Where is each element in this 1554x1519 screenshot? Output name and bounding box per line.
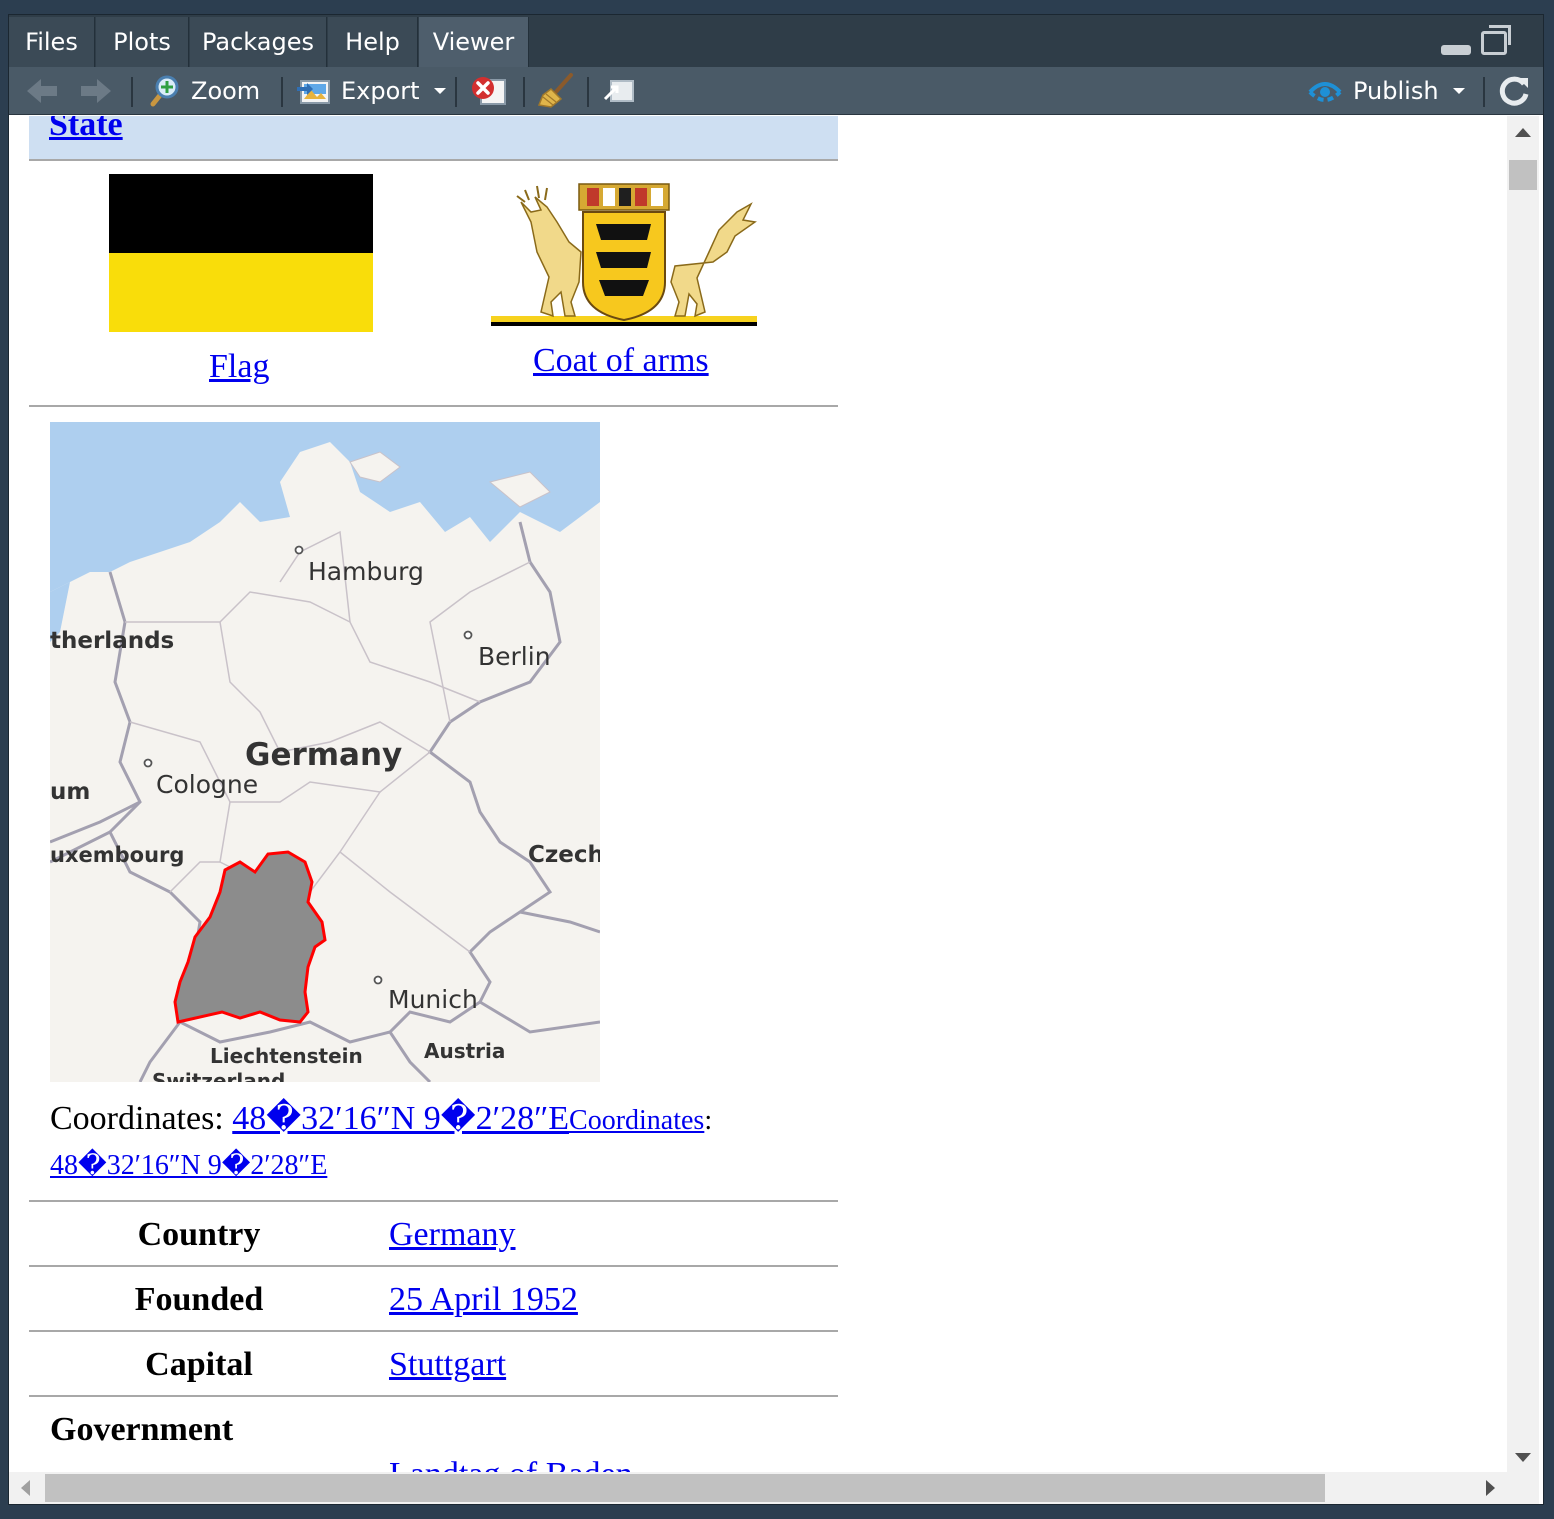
clear-all-button[interactable] bbox=[537, 67, 575, 115]
restore-icon[interactable] bbox=[1481, 31, 1507, 55]
viewer-toolbar: Zoom Export Publish bbox=[9, 67, 1543, 115]
publish-label: Publish bbox=[1353, 77, 1439, 105]
map-label-belgium: um bbox=[50, 779, 90, 805]
tab-plots[interactable]: Plots bbox=[96, 17, 189, 67]
vertical-scrollbar[interactable] bbox=[1507, 116, 1539, 1472]
scroll-left-icon[interactable] bbox=[21, 1480, 30, 1496]
info-label-capital: Capital bbox=[145, 1346, 253, 1383]
flag-black-stripe bbox=[109, 174, 373, 253]
horizontal-scrollbar[interactable] bbox=[9, 1472, 1507, 1504]
toolbar-separator bbox=[455, 77, 457, 107]
coordinates-label: Coordinates: bbox=[50, 1100, 233, 1137]
horizontal-scroll-thumb[interactable] bbox=[45, 1474, 1325, 1502]
state-heading-link[interactable]: State bbox=[49, 116, 123, 144]
publish-icon bbox=[1308, 82, 1342, 102]
zoom-label: Zoom bbox=[191, 77, 261, 105]
viewer-content: State Flag Coat of arms Hamburg therland… bbox=[9, 116, 1507, 1472]
map-label-switzerland: Switzerland bbox=[152, 1069, 285, 1082]
map-label-luxembourg: uxembourg bbox=[50, 843, 184, 867]
zoom-button[interactable]: Zoom bbox=[147, 67, 260, 115]
map-label-berlin: Berlin bbox=[478, 642, 551, 671]
remove-viewer-item-button[interactable] bbox=[469, 67, 509, 115]
locator-map[interactable]: Hamburg therlands Berlin Germany Cologne… bbox=[50, 422, 600, 1082]
forward-button[interactable] bbox=[81, 67, 121, 115]
divider bbox=[29, 1330, 838, 1332]
map-label-hamburg: Hamburg bbox=[308, 557, 424, 586]
map-label-liechtenstein: Liechtenstein bbox=[210, 1044, 363, 1068]
infobox-heading-row: State bbox=[29, 116, 838, 159]
tab-viewer[interactable]: Viewer bbox=[419, 17, 529, 67]
tab-help[interactable]: Help bbox=[328, 17, 418, 67]
export-image-icon bbox=[297, 80, 330, 104]
pane-window-controls bbox=[1441, 25, 1531, 59]
coordinates-small-link[interactable]: 48�32′16″N 9�2′28″E bbox=[50, 1150, 327, 1181]
remove-icon bbox=[472, 77, 506, 105]
export-label: Export bbox=[341, 77, 420, 105]
broom-icon bbox=[537, 73, 573, 108]
coordinates-small-label-link[interactable]: Coordinates bbox=[569, 1105, 704, 1136]
viewer-pane: Files Plots Packages Help Viewer Zoom Ex… bbox=[8, 14, 1544, 1505]
toolbar-separator bbox=[281, 77, 283, 107]
divider bbox=[29, 1395, 838, 1397]
map-label-austria: Austria bbox=[424, 1039, 505, 1063]
info-label-government: Government bbox=[50, 1411, 234, 1448]
chevron-down-icon bbox=[1452, 88, 1465, 94]
publish-button[interactable]: Publish bbox=[1307, 67, 1465, 115]
scroll-up-icon[interactable] bbox=[1515, 128, 1531, 137]
tab-packages[interactable]: Packages bbox=[190, 17, 327, 67]
vertical-scroll-thumb[interactable] bbox=[1509, 160, 1537, 190]
divider bbox=[29, 159, 838, 161]
toolbar-separator bbox=[587, 77, 589, 107]
coat-of-arms-caption-link[interactable]: Coat of arms bbox=[533, 342, 709, 380]
coordinates-link[interactable]: 48�32′16″N 9�2′28″E bbox=[232, 1100, 569, 1137]
info-value-capital-link[interactable]: Stuttgart bbox=[389, 1346, 506, 1384]
info-value-government-link[interactable]: Landtag of Baden- bbox=[389, 1456, 644, 1472]
divider bbox=[29, 1200, 838, 1202]
zoom-icon bbox=[150, 75, 179, 107]
map-label-czech: Czech bbox=[528, 842, 600, 868]
chevron-down-icon bbox=[433, 88, 446, 94]
minimize-icon[interactable] bbox=[1441, 45, 1471, 55]
show-in-new-window-button[interactable] bbox=[601, 67, 637, 115]
flag-yellow-stripe bbox=[109, 253, 373, 332]
info-label-founded: Founded bbox=[134, 1281, 264, 1318]
map-label-germany: Germany bbox=[245, 737, 402, 773]
divider bbox=[29, 1265, 838, 1267]
scroll-down-icon[interactable] bbox=[1515, 1453, 1531, 1462]
flag-caption-link[interactable]: Flag bbox=[209, 348, 269, 386]
map-label-cologne: Cologne bbox=[156, 770, 258, 799]
tab-files[interactable]: Files bbox=[9, 17, 95, 67]
toolbar-separator bbox=[131, 77, 133, 107]
refresh-button[interactable] bbox=[1497, 67, 1531, 115]
info-label-country: Country bbox=[137, 1216, 261, 1253]
flag-image[interactable] bbox=[109, 174, 373, 332]
forward-arrow-icon bbox=[81, 79, 111, 103]
map-label-netherlands: therlands bbox=[50, 628, 174, 654]
info-value-founded-link[interactable]: 25 April 1952 bbox=[389, 1281, 578, 1319]
map-label-munich: Munich bbox=[388, 985, 478, 1014]
back-arrow-icon bbox=[27, 79, 57, 103]
toolbar-separator bbox=[1483, 77, 1485, 107]
refresh-icon bbox=[1499, 76, 1529, 106]
pane-tab-bar: Files Plots Packages Help Viewer bbox=[9, 15, 1543, 67]
coat-of-arms-image[interactable] bbox=[491, 182, 757, 326]
scrollbar-corner bbox=[1507, 1472, 1539, 1504]
back-button[interactable] bbox=[27, 67, 67, 115]
info-value-country-link[interactable]: Germany bbox=[389, 1216, 516, 1254]
export-button[interactable]: Export bbox=[295, 67, 446, 115]
coordinates-line-2: 48�32′16″N 9�2′28″E bbox=[50, 1148, 327, 1182]
coordinates-line: Coordinates: 48�32′16″N 9�2′28″ECoordina… bbox=[50, 1098, 712, 1138]
divider bbox=[29, 405, 838, 407]
scroll-right-icon[interactable] bbox=[1486, 1480, 1495, 1496]
popout-icon bbox=[603, 80, 634, 102]
toolbar-separator bbox=[523, 77, 525, 107]
coordinates-colon: : bbox=[704, 1105, 713, 1136]
